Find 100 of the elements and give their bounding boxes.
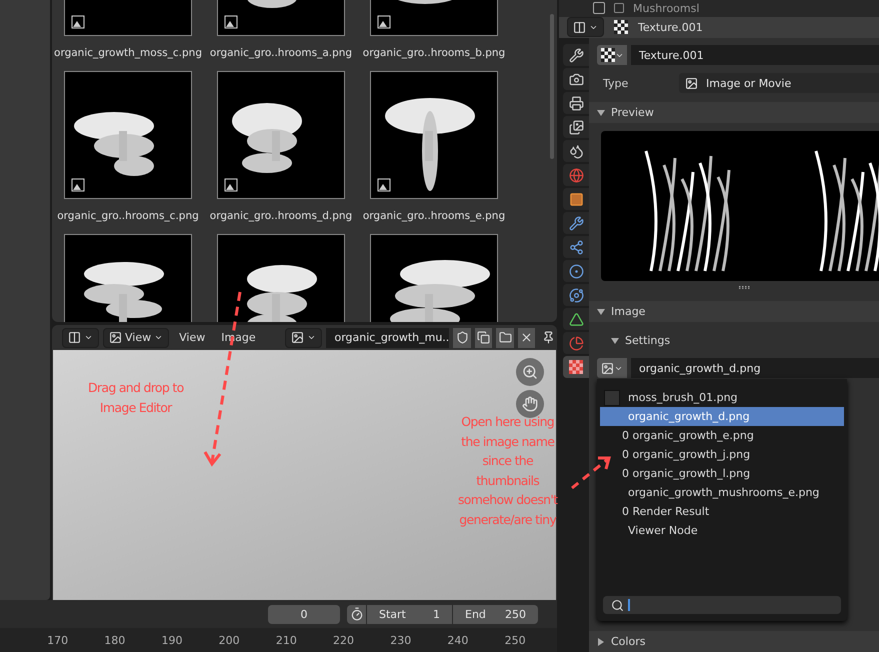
properties-tab[interactable] bbox=[563, 116, 589, 138]
panel-header[interactable]: Preview bbox=[589, 102, 879, 123]
texture-browse-button[interactable] bbox=[597, 45, 627, 65]
editor-type-button[interactable] bbox=[62, 328, 99, 348]
image-icon bbox=[291, 331, 304, 344]
globe-icon bbox=[568, 168, 584, 182]
file-name[interactable]: organic_gro..hrooms_c.png bbox=[57, 199, 199, 234]
collapsed-triangle-icon bbox=[597, 638, 605, 646]
properties-tab[interactable] bbox=[563, 356, 589, 378]
start-frame-field[interactable]: Start 1 bbox=[367, 604, 452, 624]
file-name[interactable]: organic_gro..hrooms_a.png bbox=[210, 36, 352, 71]
outliner-item[interactable]: Mushroomsl bbox=[633, 2, 700, 15]
caret-icon bbox=[84, 333, 93, 342]
field-label: Start bbox=[379, 608, 406, 620]
image-browse-button[interactable] bbox=[285, 328, 322, 348]
orbit-icon bbox=[568, 288, 584, 302]
current-frame-field[interactable]: 0 bbox=[268, 604, 340, 624]
camera-icon bbox=[568, 72, 584, 86]
image-icon bbox=[109, 331, 122, 344]
frame-number: 220 bbox=[332, 634, 356, 646]
properties-tab[interactable] bbox=[563, 308, 589, 330]
menu-item[interactable]: organic_growth_d.png bbox=[600, 407, 844, 426]
panel-header[interactable]: Colors bbox=[589, 631, 879, 652]
editor-type-button[interactable] bbox=[567, 17, 604, 38]
menu-item[interactable]: 0 organic_growth_l.png bbox=[600, 464, 844, 483]
preview-range-button[interactable] bbox=[347, 604, 366, 624]
properties-tab[interactable] bbox=[563, 68, 589, 90]
image-browse-button[interactable] bbox=[597, 358, 627, 378]
editor-icon bbox=[573, 20, 586, 34]
frame-number: 200 bbox=[218, 634, 241, 646]
copy-icon bbox=[477, 331, 490, 344]
dashed-arrow bbox=[571, 456, 611, 490]
frame-number: 250 bbox=[504, 634, 527, 646]
wrench-icon bbox=[568, 48, 584, 62]
hand-icon bbox=[522, 396, 538, 412]
pin-icon bbox=[542, 331, 555, 344]
file-name[interactable]: organic_gro..hrooms_d.png bbox=[210, 199, 352, 234]
menu-item[interactable]: 0 Render Result bbox=[600, 502, 844, 521]
properties-tab[interactable] bbox=[563, 236, 589, 258]
image-icon bbox=[685, 76, 698, 90]
close-button[interactable] bbox=[518, 328, 536, 348]
texture-name-field[interactable]: Texture.001 bbox=[631, 45, 879, 65]
type-dropdown[interactable]: Image or Movie bbox=[679, 73, 879, 93]
wrench-icon bbox=[568, 216, 584, 230]
type-label: Type bbox=[602, 76, 630, 90]
collection-icon bbox=[613, 2, 625, 14]
menu-item[interactable]: Image bbox=[215, 331, 262, 344]
view-dropdown[interactable]: View bbox=[103, 328, 170, 348]
file-name[interactable]: organic_growth_moss_c.png bbox=[54, 36, 202, 71]
file-name[interactable]: organic_gro..hrooms_b.png bbox=[362, 36, 506, 71]
close-icon bbox=[520, 331, 534, 344]
thumbnail-icon bbox=[604, 390, 620, 406]
expanded-triangle-icon bbox=[611, 336, 619, 344]
image-name-field[interactable]: organic_growth_mu.. bbox=[326, 328, 450, 348]
frame-number: 230 bbox=[389, 634, 412, 646]
properties-tab[interactable] bbox=[563, 140, 589, 162]
header-title: Texture.001 bbox=[638, 20, 703, 34]
checkbox[interactable] bbox=[593, 2, 605, 14]
menu-item[interactable]: moss_brush_01.png bbox=[600, 388, 844, 407]
search-icon bbox=[611, 598, 624, 612]
frame-number: 240 bbox=[446, 634, 470, 646]
zoom-button[interactable] bbox=[516, 358, 544, 386]
properties-tab[interactable] bbox=[563, 44, 589, 66]
caret-icon bbox=[154, 333, 164, 342]
triangle-icon bbox=[568, 312, 584, 326]
end-frame-field[interactable]: End 250 bbox=[453, 604, 538, 624]
image-name-field[interactable]: organic_growth_d.png bbox=[631, 358, 879, 378]
menu-item[interactable]: organic_growth_mushrooms_e.png bbox=[600, 483, 844, 502]
square-icon bbox=[568, 192, 584, 206]
scrollbar[interactable] bbox=[550, 14, 554, 159]
nodes-icon bbox=[568, 240, 584, 254]
menu-item[interactable]: 0 organic_growth_j.png bbox=[600, 445, 844, 464]
editor-icon bbox=[68, 331, 81, 344]
menu-item[interactable]: View bbox=[173, 331, 212, 344]
menu-item[interactable]: Viewer Node bbox=[600, 521, 844, 540]
fake-user-button[interactable] bbox=[453, 328, 471, 348]
properties-tab[interactable] bbox=[563, 188, 589, 210]
grip-icon[interactable] bbox=[738, 286, 750, 288]
frame-number: 180 bbox=[103, 634, 126, 646]
zoom-icon bbox=[522, 364, 538, 380]
expanded-triangle-icon bbox=[597, 108, 605, 116]
open-button[interactable] bbox=[496, 328, 514, 348]
checker-icon bbox=[614, 20, 628, 34]
menu-item[interactable]: 0 organic_growth_e.png bbox=[600, 426, 844, 445]
file-name[interactable]: organic_gro..hrooms_e.png bbox=[362, 199, 506, 234]
properties-tab[interactable] bbox=[563, 92, 589, 114]
search-field[interactable] bbox=[603, 596, 841, 614]
annotation-text: Drag and drop to Image Editor bbox=[88, 379, 184, 417]
panel-header[interactable]: Image bbox=[589, 301, 879, 322]
checker-icon bbox=[600, 48, 614, 62]
duplicate-button[interactable] bbox=[474, 328, 492, 348]
printer-icon bbox=[568, 96, 584, 110]
field-label: End bbox=[465, 608, 486, 620]
pan-button[interactable] bbox=[516, 390, 544, 418]
pie-icon bbox=[568, 336, 584, 350]
properties-tab[interactable] bbox=[563, 212, 589, 234]
properties-tab[interactable] bbox=[563, 260, 589, 282]
expanded-triangle-icon bbox=[597, 308, 605, 316]
properties-tab[interactable] bbox=[563, 284, 589, 306]
image-icon bbox=[601, 362, 614, 374]
